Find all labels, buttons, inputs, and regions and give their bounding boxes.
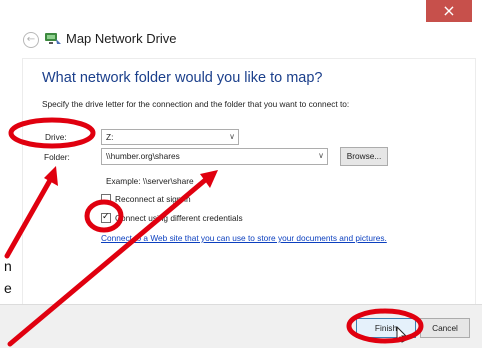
- cancel-button[interactable]: Cancel: [420, 318, 470, 338]
- reconnect-label: Reconnect at sign-in: [115, 194, 191, 204]
- folder-input[interactable]: \\humber.org\shares ∨: [101, 148, 328, 165]
- folder-input-value: \\humber.org\shares: [106, 151, 180, 161]
- mouse-pointer-icon: [396, 326, 408, 343]
- chevron-down-icon[interactable]: ∨: [229, 130, 235, 143]
- checkmark-icon: ✓: [102, 212, 110, 222]
- window-title: Map Network Drive: [66, 31, 177, 46]
- instruction-text: Specify the drive letter for the connect…: [42, 99, 350, 109]
- credentials-checkbox-row[interactable]: ✓ Connect using different credentials: [101, 212, 243, 223]
- reconnect-checkbox-row[interactable]: Reconnect at sign-in: [101, 194, 191, 204]
- browse-button[interactable]: Browse...: [340, 147, 388, 166]
- content-panel: [22, 58, 476, 310]
- folder-example-text: Example: \\server\share: [106, 176, 194, 186]
- credentials-label: Connect using different credentials: [115, 213, 243, 223]
- web-site-link[interactable]: Connect to a Web site that you can use t…: [101, 233, 387, 243]
- drive-select-value: Z:: [106, 132, 114, 142]
- close-button[interactable]: ×: [426, 0, 472, 22]
- folder-label: Folder:: [44, 152, 70, 162]
- credentials-checkbox[interactable]: ✓: [101, 212, 111, 223]
- drive-select[interactable]: Z: ∨: [101, 129, 239, 145]
- chevron-down-icon[interactable]: ∨: [318, 149, 324, 162]
- reconnect-checkbox[interactable]: [101, 194, 111, 204]
- screenshot-stage: × ← Map Network Drive What network folde…: [0, 0, 482, 348]
- back-arrow-icon[interactable]: ←: [23, 32, 39, 48]
- background-text-fragment: n: [4, 258, 12, 274]
- network-drive-icon: [45, 33, 61, 44]
- dialog-heading: What network folder would you like to ma…: [42, 70, 323, 86]
- background-text-fragment: e: [4, 280, 12, 296]
- drive-label: Drive:: [45, 132, 67, 142]
